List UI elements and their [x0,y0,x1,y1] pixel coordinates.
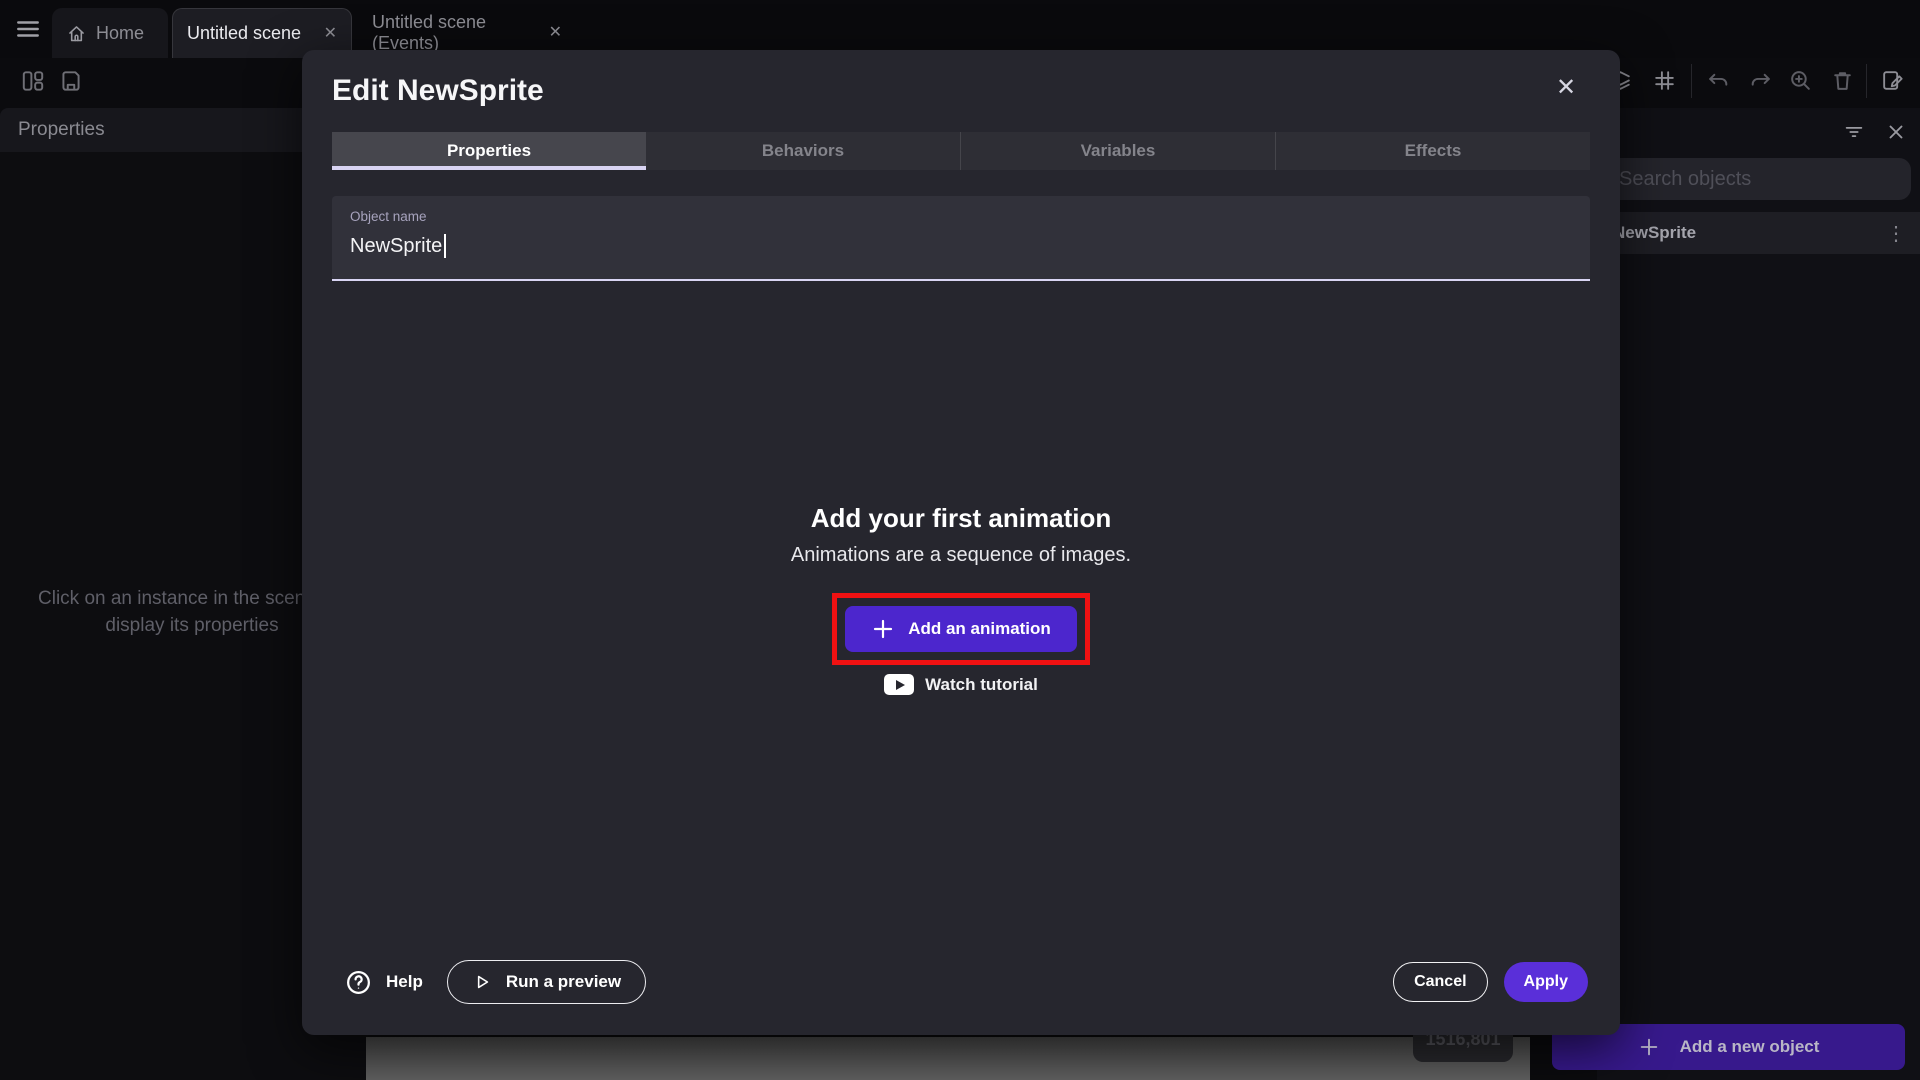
text-caret [444,234,446,258]
tab-properties[interactable]: Properties [332,132,646,170]
open-editors-panel-icon[interactable] [20,68,46,94]
object-name-value: NewSprite [350,234,446,258]
tab-properties-label: Properties [447,141,531,161]
object-name-label: Object name [350,209,427,224]
cancel-button[interactable]: Cancel [1393,962,1487,1002]
close-tab-icon[interactable]: ✕ [324,26,337,42]
dialog-footer: Help Run a preview Cancel Apply [345,959,1588,1005]
object-name: NewSprite [1613,223,1696,243]
objects-panel: NewSprite ⋮ [1597,108,1920,1080]
dialog-actions: Cancel Apply [1393,962,1588,1002]
dialog-title: Edit NewSprite [332,74,544,108]
dialog-tab-bar: Properties Behaviors Variables Effects [332,132,1590,170]
object-menu-icon[interactable]: ⋮ [1886,221,1906,246]
properties-hint-line2: display its properties [38,615,346,637]
tab-events-label: Untitled scene (Events) [372,12,537,54]
animations-empty-state: Add your first animation Animations are … [302,503,1620,695]
redo-icon[interactable] [1748,68,1773,93]
filter-icon[interactable] [1843,121,1865,143]
run-preview-button[interactable]: Run a preview [447,960,646,1004]
zoom-in-icon[interactable] [1788,68,1813,93]
help-circle-icon [345,969,372,996]
properties-hint-line1: Click on an instance in the scene to [38,588,337,610]
main-menu-icon[interactable] [14,16,42,42]
apply-label: Apply [1524,973,1568,991]
empty-state-subtext: Animations are a sequence of images. [791,544,1131,567]
help-button[interactable]: Help [345,969,423,996]
close-tab-icon[interactable]: ✕ [549,25,562,41]
gdevelop-window: Home Untitled scene ✕ Untitled scene (Ev… [0,0,1920,1080]
save-icon[interactable] [58,68,84,94]
tab-behaviors-label: Behaviors [762,141,844,161]
cancel-label: Cancel [1414,973,1466,991]
toolbar-separator [1866,64,1867,98]
trash-icon[interactable] [1830,68,1855,93]
toolbar-separator [1691,64,1692,98]
tab-home-label: Home [96,23,144,44]
help-label: Help [386,972,423,992]
play-icon [472,972,492,992]
close-panel-icon[interactable] [1885,121,1907,143]
add-new-object-label: Add a new object [1680,1037,1820,1057]
edit-object-dialog: Edit NewSprite ✕ Properties Behaviors Va… [302,50,1620,1035]
dialog-close-icon[interactable]: ✕ [1554,76,1578,100]
edit-scene-properties-icon[interactable] [1880,68,1905,93]
search-objects-field [1603,158,1911,200]
tab-variables[interactable]: Variables [960,132,1275,170]
apply-button[interactable]: Apply [1504,962,1588,1002]
tab-effects-label: Effects [1405,141,1462,161]
youtube-play-icon [884,674,914,695]
plus-icon [871,617,895,641]
add-animation-label: Add an animation [908,619,1051,639]
scene-canvas[interactable] [366,1037,1530,1080]
watch-tutorial-link[interactable]: Watch tutorial [884,674,1038,695]
run-preview-label: Run a preview [506,972,621,992]
tab-variables-label: Variables [1081,141,1156,161]
watch-tutorial-label: Watch tutorial [925,675,1038,695]
properties-panel-title: Properties [18,119,105,141]
tab-home[interactable]: Home [52,8,168,58]
object-list-item[interactable]: NewSprite ⋮ [1597,212,1920,254]
highlight-annotation-box: Add an animation [832,593,1090,665]
undo-icon[interactable] [1706,68,1731,93]
grid-icon[interactable] [1652,68,1677,93]
object-name-text: NewSprite [350,235,442,258]
search-objects-input[interactable] [1603,158,1911,200]
plus-icon [1638,1036,1660,1058]
tab-behaviors[interactable]: Behaviors [646,132,960,170]
tab-scene-label: Untitled scene [187,23,301,44]
add-animation-button[interactable]: Add an animation [845,606,1077,652]
tab-effects[interactable]: Effects [1275,132,1590,170]
home-icon [66,23,87,44]
object-name-field[interactable]: Object name NewSprite [332,196,1590,281]
empty-state-heading: Add your first animation [811,503,1111,534]
